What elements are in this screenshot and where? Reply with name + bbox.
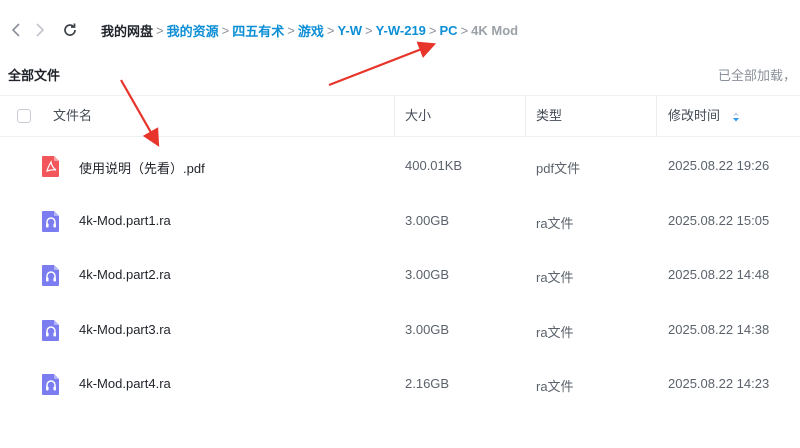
breadcrumb-current: 4K Mod [471, 22, 519, 38]
pdf-file-icon [41, 154, 61, 178]
navigation-bar: 我的网盘 > 我的资源 > 四五有术 > 游戏 > Y-W > Y-W-219 … [0, 0, 800, 58]
header-modified-label: 修改时间 [668, 108, 721, 123]
back-button[interactable] [6, 18, 26, 42]
breadcrumb-separator: > [287, 22, 295, 38]
file-name[interactable]: 4k-Mod.part2.ra [79, 267, 171, 282]
refresh-icon [64, 23, 76, 36]
column-divider[interactable] [394, 96, 395, 136]
breadcrumb-separator: > [326, 22, 335, 38]
breadcrumb-item[interactable]: PC [440, 23, 458, 38]
breadcrumb: 我的网盘 > 我的资源 > 四五有术 > 游戏 > Y-W > Y-W-219 … [101, 20, 518, 40]
file-modified: 2025.08.22 14:48 [668, 267, 770, 282]
file-modified: 2025.08.22 15:05 [668, 213, 770, 228]
column-divider[interactable] [656, 96, 657, 136]
breadcrumb-separator: > [428, 22, 437, 38]
chevron-right-icon [36, 23, 45, 37]
forward-button[interactable] [30, 18, 50, 42]
file-name[interactable]: 使用说明（先看）.pdf [79, 158, 205, 177]
load-status: 已全部加载， [717, 68, 796, 83]
breadcrumb-separator: > [221, 22, 230, 38]
file-type: ra文件 [536, 216, 574, 231]
breadcrumb-item[interactable]: 四五有术 [232, 21, 284, 40]
file-modified: 2025.08.22 14:23 [668, 376, 770, 391]
table-row[interactable]: 4k-Mod.part3.ra 3.00GB ra文件 2025.08.22 14:3… [0, 303, 800, 357]
file-size: 3.00GB [405, 213, 450, 228]
file-name[interactable]: 4k-Mod.part3.ra [79, 322, 171, 337]
file-type: ra文件 [536, 325, 574, 340]
header-modified[interactable]: 修改时间 [668, 96, 740, 136]
refresh-button[interactable] [60, 18, 80, 42]
sort-desc-icon[interactable] [732, 111, 740, 123]
breadcrumb-item[interactable]: Y-W [337, 23, 362, 38]
header-size[interactable]: 大小 [405, 96, 431, 136]
breadcrumb-item[interactable]: 游戏 [298, 21, 324, 40]
table-header: 文件名 大小 类型 修改时间 [0, 95, 800, 137]
column-divider[interactable] [525, 96, 526, 136]
breadcrumb-separator: > [365, 22, 373, 38]
audio-file-icon [41, 372, 61, 396]
table-row[interactable]: 4k-Mod.part4.ra 2.16GB ra文件 2025.08.22 14:2… [0, 357, 800, 411]
audio-file-icon [41, 209, 61, 233]
file-size: 400.01KB [405, 158, 463, 173]
file-modified: 2025.08.22 19:26 [668, 158, 770, 173]
file-size: 3.00GB [405, 267, 450, 282]
file-name[interactable]: 4k-Mod.part4.ra [79, 376, 171, 391]
file-modified: 2025.08.22 14:38 [668, 322, 770, 337]
select-all-checkbox[interactable] [17, 109, 31, 123]
chevron-left-icon [11, 23, 20, 37]
file-type: ra文件 [536, 379, 574, 394]
table-row[interactable]: 4k-Mod.part1.ra 3.00GB ra文件 2025.08.22 15:0… [0, 194, 800, 248]
table-row[interactable]: 4k-Mod.part2.ra 3.00GB ra文件 2025.08.22 14:4… [0, 248, 800, 302]
file-size: 3.00GB [405, 322, 450, 337]
file-size: 2.16GB [405, 376, 450, 391]
header-name[interactable]: 文件名 [53, 96, 92, 136]
breadcrumb-item[interactable]: Y-W-219 [376, 23, 426, 38]
breadcrumb-separator: > [156, 22, 164, 38]
breadcrumb-item[interactable]: 我的资源 [167, 21, 219, 40]
file-type: ra文件 [536, 270, 574, 285]
audio-file-icon [41, 318, 61, 342]
breadcrumb-separator: > [460, 22, 469, 38]
breadcrumb-root[interactable]: 我的网盘 [101, 21, 153, 40]
table-row[interactable]: 使用说明（先看）.pdf 400.01KB pdf文件 2025.08.22 19:2… [0, 139, 800, 193]
file-name[interactable]: 4k-Mod.part1.ra [79, 213, 171, 228]
header-type[interactable]: 类型 [536, 96, 562, 136]
audio-file-icon [41, 263, 61, 287]
file-type: pdf文件 [536, 161, 581, 176]
section-title: 全部文件 [8, 68, 61, 83]
